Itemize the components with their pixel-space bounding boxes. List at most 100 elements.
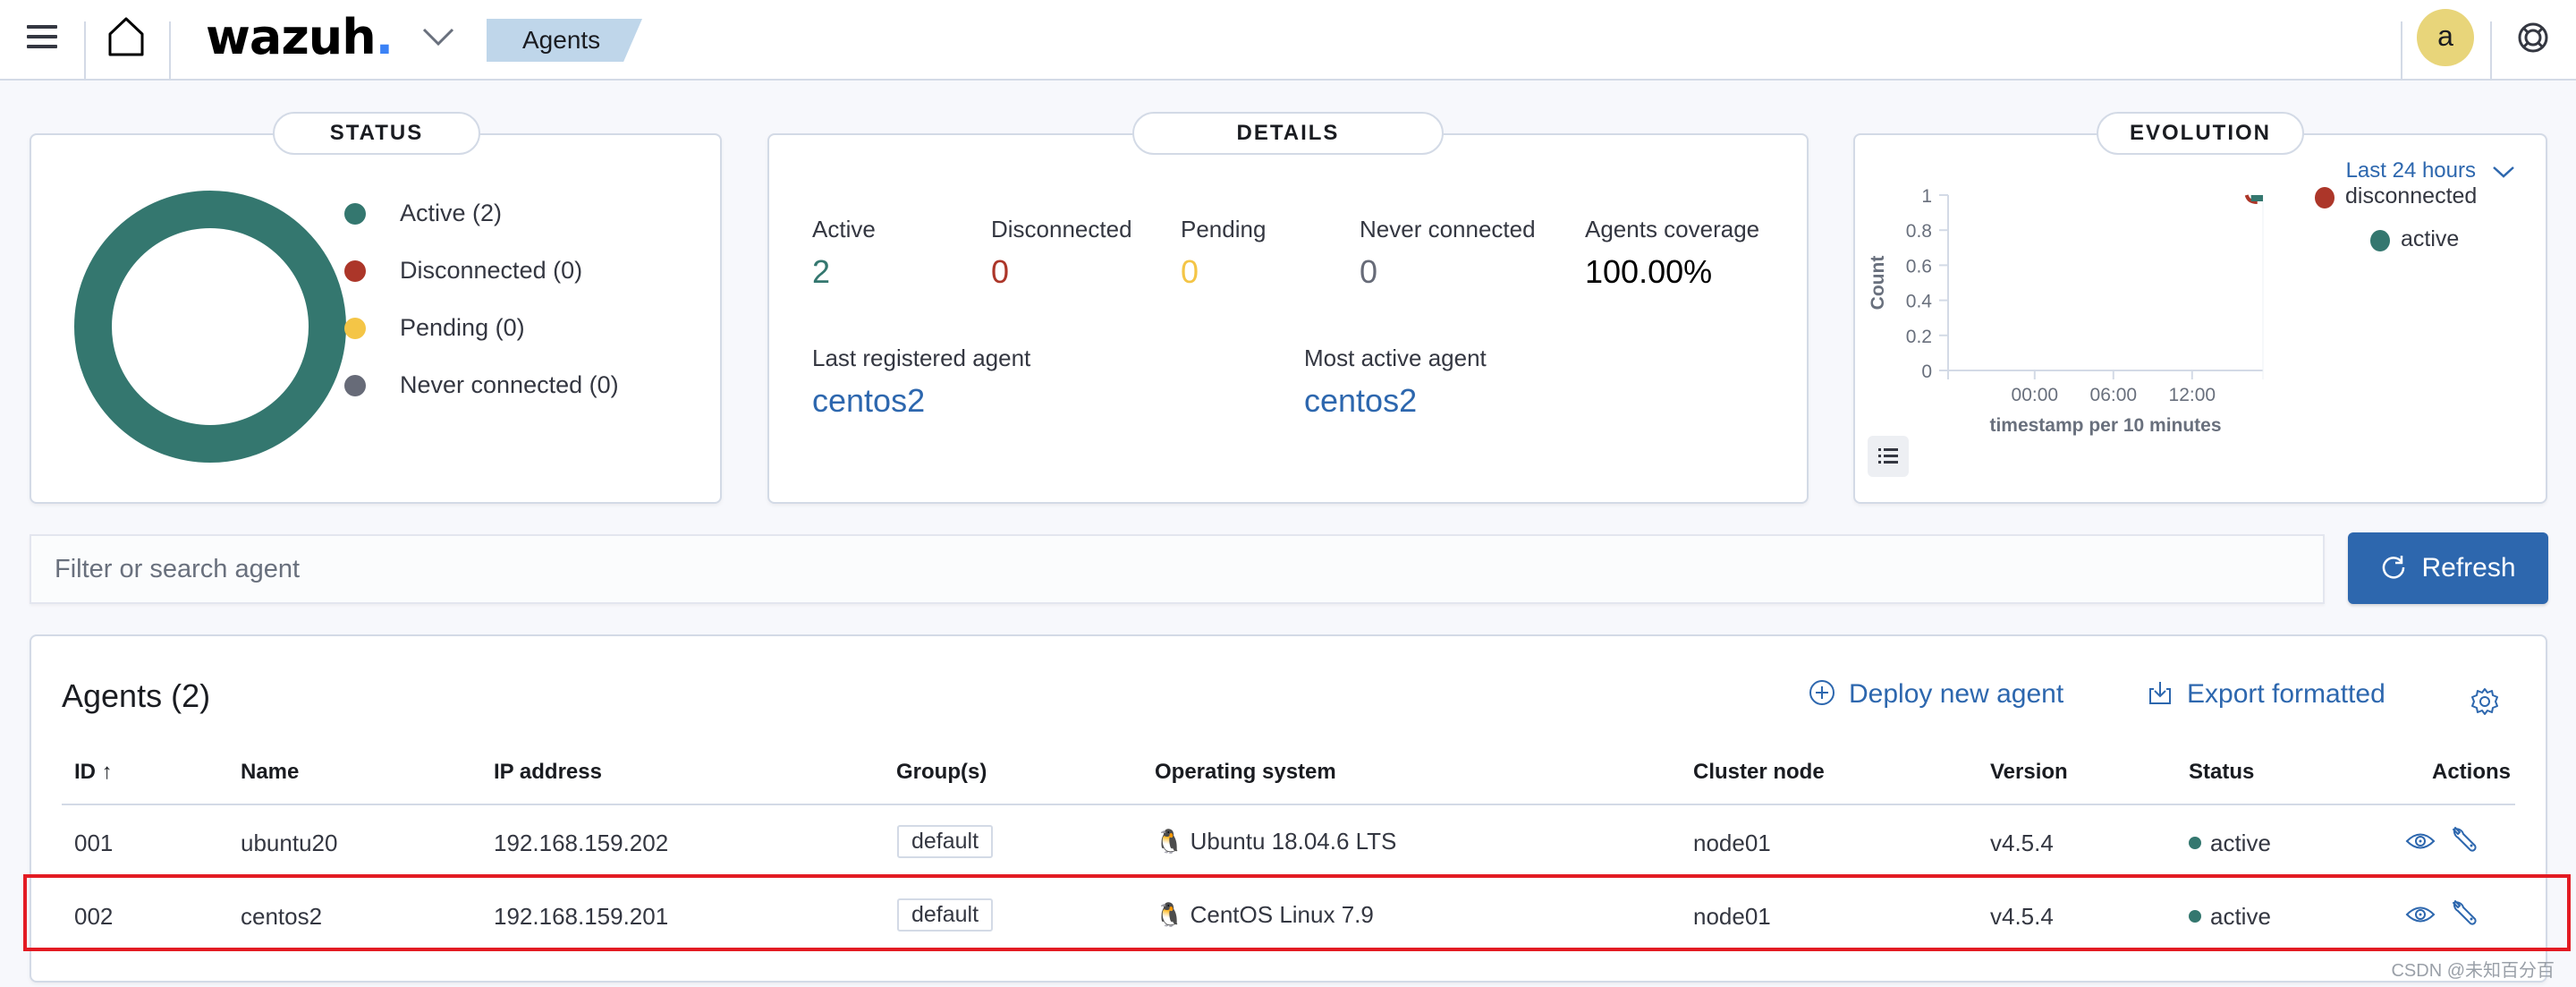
agents-table-title: Agents (2) xyxy=(62,677,211,714)
cell-status: active xyxy=(2189,830,2271,857)
stat-value-pending[interactable]: 0 xyxy=(1181,253,1199,291)
legend-item-pending[interactable]: Pending (0) xyxy=(344,314,525,342)
last-registered-label: Last registered agent xyxy=(812,345,1031,371)
export-icon xyxy=(2149,682,2171,705)
legend-item-disconnected[interactable]: Disconnected (0) xyxy=(344,257,582,285)
cell-name: ubuntu20 xyxy=(241,830,338,856)
divider xyxy=(2401,21,2402,81)
divider xyxy=(84,21,86,81)
refresh-label: Refresh xyxy=(2421,553,2516,583)
logo-text: wazuh xyxy=(206,9,377,65)
legend-dot-disconnected xyxy=(344,260,366,282)
column-header-ip[interactable]: IP address xyxy=(494,760,602,785)
legend-label: Never connected (0) xyxy=(400,371,619,398)
details-panel: DETAILS Active 2 Disconnected 0 Pending … xyxy=(767,112,1809,504)
y-tick-label: 1 xyxy=(1921,186,1932,207)
legend-dot-pending xyxy=(344,318,366,339)
logo-dot: . xyxy=(375,9,394,65)
home-icon[interactable] xyxy=(106,16,147,57)
x-tick-label: 00:00 xyxy=(2012,385,2059,405)
y-tick-label: 0.4 xyxy=(1906,292,1933,312)
highlight-annotation-box xyxy=(23,874,2571,951)
column-header-cluster-node[interactable]: Cluster node xyxy=(1693,760,1825,785)
time-range-select[interactable]: Last 24 hours xyxy=(2346,158,2515,183)
donut-slice-active[interactable] xyxy=(74,191,346,463)
y-tick-label: 0.2 xyxy=(1906,327,1932,347)
divider xyxy=(2490,21,2492,81)
details-panel-title: DETAILS xyxy=(1132,112,1444,155)
column-header-version[interactable]: Version xyxy=(1990,760,2068,785)
status-panel: STATUS Active (2) Disconnected (0) Pendi… xyxy=(30,112,722,504)
status-dot-active xyxy=(2189,837,2201,849)
column-label: ID xyxy=(74,760,96,784)
legend-dot-never-connected xyxy=(344,375,366,396)
column-header-status[interactable]: Status xyxy=(2189,760,2254,785)
wazuh-logo[interactable]: wazuh. xyxy=(206,9,394,65)
gear-icon[interactable] xyxy=(2470,686,2500,717)
cell-node: node01 xyxy=(1693,830,1771,856)
top-bar: wazuh. Agents a xyxy=(0,0,2576,81)
stat-label-active: Active xyxy=(812,216,876,242)
x-tick-label: 12:00 xyxy=(2169,385,2216,405)
breadcrumb-agents[interactable]: Agents xyxy=(487,19,642,62)
chart-legend-disconnected[interactable]: disconnected xyxy=(2315,183,2477,209)
cell-ip: 192.168.159.202 xyxy=(494,830,669,856)
stat-value-never-connected[interactable]: 0 xyxy=(1360,253,1377,291)
cell-os: 🐧 Ubuntu 18.04.6 LTS xyxy=(1155,828,1396,855)
chart-legend-active[interactable]: active xyxy=(2370,226,2460,252)
x-axis-title: timestamp per 10 minutes xyxy=(1989,415,2221,436)
group-badge[interactable]: default xyxy=(897,825,994,858)
stat-label-coverage: Agents coverage xyxy=(1585,216,1760,242)
eye-icon[interactable] xyxy=(2405,826,2436,856)
export-label: Export formatted xyxy=(2187,679,2385,709)
linux-penguin-icon: 🐧 xyxy=(1155,828,1184,855)
sort-ascending-icon: ↑ xyxy=(101,760,113,784)
legend-label: Pending (0) xyxy=(400,314,525,341)
wrench-icon[interactable] xyxy=(2450,824,2480,855)
status-label: active xyxy=(2210,830,2271,856)
legend-toggle-button[interactable] xyxy=(1868,436,1909,477)
deploy-new-agent-button[interactable]: Deploy new agent xyxy=(1808,679,2063,710)
agent-search-input[interactable]: Filter or search agent xyxy=(30,534,2325,604)
most-active-label: Most active agent xyxy=(1304,345,1487,371)
export-formatted-button[interactable]: Export formatted xyxy=(2146,679,2385,710)
refresh-button[interactable]: Refresh xyxy=(2348,532,2548,604)
stat-label-never-connected: Never connected xyxy=(1360,216,1536,242)
refresh-icon xyxy=(2383,556,2405,579)
menu-icon[interactable] xyxy=(27,25,57,48)
legend-item-active[interactable]: Active (2) xyxy=(344,200,503,227)
user-avatar[interactable]: a xyxy=(2417,9,2474,66)
y-tick-label: 0.8 xyxy=(1906,221,1932,242)
column-header-actions: Actions xyxy=(2432,760,2512,784)
chevron-down-icon xyxy=(2493,166,2514,178)
evolution-panel: EVOLUTION Last 24 hours disconnected act… xyxy=(1853,112,2547,504)
stat-value-disconnected[interactable]: 0 xyxy=(991,253,1009,291)
status-panel-title: STATUS xyxy=(273,112,480,155)
y-tick-label: 0.6 xyxy=(1906,256,1932,277)
stat-label-pending: Pending xyxy=(1181,216,1267,242)
legend-label: active xyxy=(2401,226,2460,251)
most-active-agent-link[interactable]: centos2 xyxy=(1304,382,1417,420)
os-label: Ubuntu 18.04.6 LTS xyxy=(1190,828,1397,855)
watermark: CSDN @未知百分百 xyxy=(2391,961,2555,981)
stat-value-coverage: 100.00% xyxy=(1585,253,1713,290)
chevron-down-icon[interactable] xyxy=(420,23,456,50)
header-divider xyxy=(62,804,2515,805)
cell-version: v4.5.4 xyxy=(1990,830,2054,856)
last-registered-agent-link[interactable]: centos2 xyxy=(812,382,925,420)
column-header-groups[interactable]: Group(s) xyxy=(896,760,987,785)
stat-value-active[interactable]: 2 xyxy=(812,253,830,291)
legend-item-never-connected[interactable]: Never connected (0) xyxy=(344,371,619,399)
evolution-chart: 0 0.2 0.4 0.6 0.8 1 00:00 06:00 12:00 timestamp p… xyxy=(1868,186,2264,436)
column-header-id[interactable]: ID ↑ xyxy=(74,760,113,785)
y-axis-title: Count xyxy=(1868,256,1888,311)
legend-dot-active xyxy=(344,203,366,225)
help-lifebuoy-icon[interactable] xyxy=(2517,21,2549,54)
list-icon xyxy=(1878,448,1898,464)
column-header-os[interactable]: Operating system xyxy=(1155,760,1336,785)
data-bar-active xyxy=(2250,195,2263,201)
time-range-label: Last 24 hours xyxy=(2345,158,2476,183)
legend-label: Active (2) xyxy=(400,200,503,226)
x-tick-label: 06:00 xyxy=(2090,385,2138,405)
column-header-name[interactable]: Name xyxy=(241,760,299,785)
